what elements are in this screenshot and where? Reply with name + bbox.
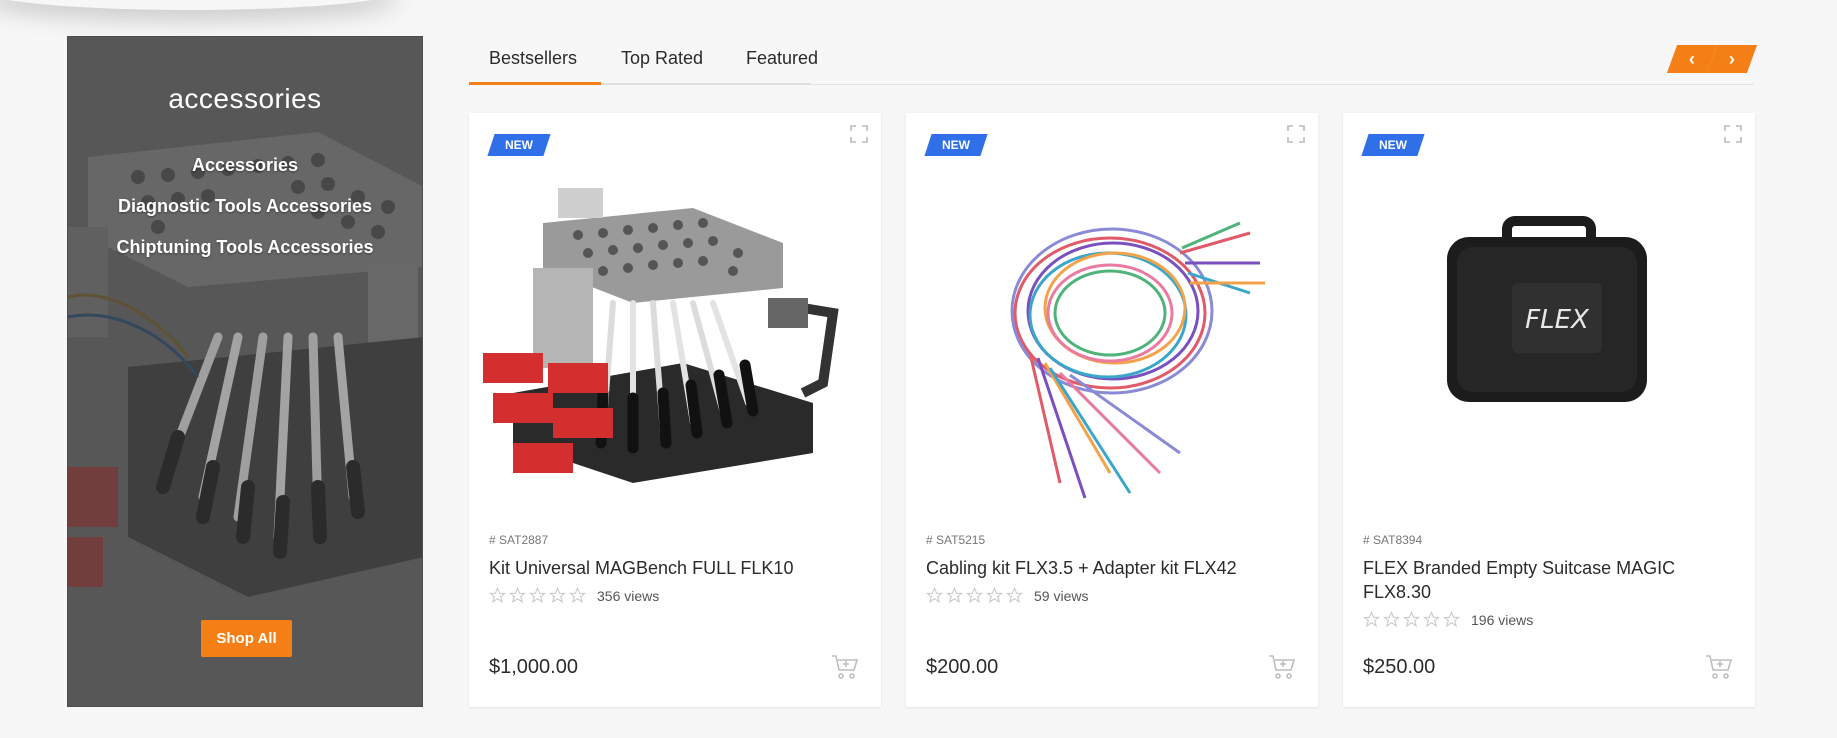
star-icon	[1383, 611, 1400, 628]
tab-top-rated[interactable]: Top Rated	[621, 48, 703, 69]
star-icon	[549, 587, 566, 604]
product-card[interactable]: NEW # SAT2887 Kit Universal MAGBench FUL…	[469, 113, 881, 707]
star-icon	[1443, 611, 1460, 628]
expand-icon[interactable]	[1286, 124, 1306, 144]
product-card[interactable]: NEW # SAT5215 Cabling kit FLX3.5 + Adapt…	[906, 113, 1318, 707]
star-icon	[926, 587, 943, 604]
star-icon	[966, 587, 983, 604]
add-to-cart-icon[interactable]	[1705, 654, 1733, 680]
active-tab-indicator	[469, 82, 601, 85]
category-link-diagnostic-tools-accessories[interactable]: Diagnostic Tools Accessories	[68, 196, 422, 217]
product-rating: 196 views	[1363, 611, 1533, 628]
chevron-left-icon: ‹	[1689, 48, 1695, 69]
product-tabs: Bestsellers Top Rated Featured	[469, 36, 1754, 85]
star-icon	[529, 587, 546, 604]
category-title: accessories	[168, 83, 322, 114]
product-sku: # SAT8394	[1363, 533, 1423, 547]
product-rating: 356 views	[489, 587, 659, 604]
star-icon	[1423, 611, 1440, 628]
star-icon	[509, 587, 526, 604]
star-icon	[1006, 587, 1023, 604]
star-icon	[946, 587, 963, 604]
product-card[interactable]: NEW FLEX # SAT8394 FLEX Branded Empty Su…	[1343, 113, 1755, 707]
product-image[interactable]: FLEX	[1357, 153, 1741, 533]
star-icon	[1403, 611, 1420, 628]
star-icon	[986, 587, 1003, 604]
tab-featured[interactable]: Featured	[746, 48, 818, 69]
star-icon	[1363, 611, 1380, 628]
case-logo: FLEX	[1525, 305, 1590, 335]
product-image[interactable]	[920, 153, 1304, 533]
expand-icon[interactable]	[1723, 124, 1743, 144]
product-sku: # SAT5215	[926, 533, 986, 547]
add-to-cart-icon[interactable]	[831, 654, 859, 680]
product-sku: # SAT2887	[489, 533, 549, 547]
expand-icon[interactable]	[849, 124, 869, 144]
product-name[interactable]: Cabling kit FLX3.5 + Adapter kit FLX42	[926, 556, 1296, 580]
product-name[interactable]: FLEX Branded Empty Suitcase MAGIC FLX8.3…	[1363, 556, 1733, 604]
add-to-cart-icon[interactable]	[1268, 654, 1296, 680]
category-links: Accessories Diagnostic Tools Accessories…	[68, 155, 422, 278]
view-count: 196 views	[1471, 611, 1534, 628]
shop-all-button[interactable]: Shop All	[201, 620, 292, 657]
product-price: $1,000.00	[489, 656, 578, 678]
category-banner: accessories Accessories Diagnostic Tools…	[67, 36, 423, 707]
tab-bestsellers[interactable]: Bestsellers	[489, 48, 577, 69]
view-count: 356 views	[597, 587, 660, 604]
header-shadow	[0, 0, 400, 10]
star-icon	[489, 587, 506, 604]
product-name[interactable]: Kit Universal MAGBench FULL FLK10	[489, 556, 859, 580]
chevron-right-icon: ›	[1729, 48, 1735, 69]
view-count: 59 views	[1034, 587, 1089, 604]
category-link-chiptuning-tools-accessories[interactable]: Chiptuning Tools Accessories	[68, 237, 422, 258]
product-price: $250.00	[1363, 656, 1436, 678]
product-image[interactable]	[483, 153, 867, 533]
product-rating: 59 views	[926, 587, 1088, 604]
product-price: $200.00	[926, 656, 999, 678]
banner-overlay	[68, 37, 422, 706]
star-icon	[569, 587, 586, 604]
tab-divider	[601, 83, 811, 85]
category-link-accessories[interactable]: Accessories	[68, 155, 422, 176]
